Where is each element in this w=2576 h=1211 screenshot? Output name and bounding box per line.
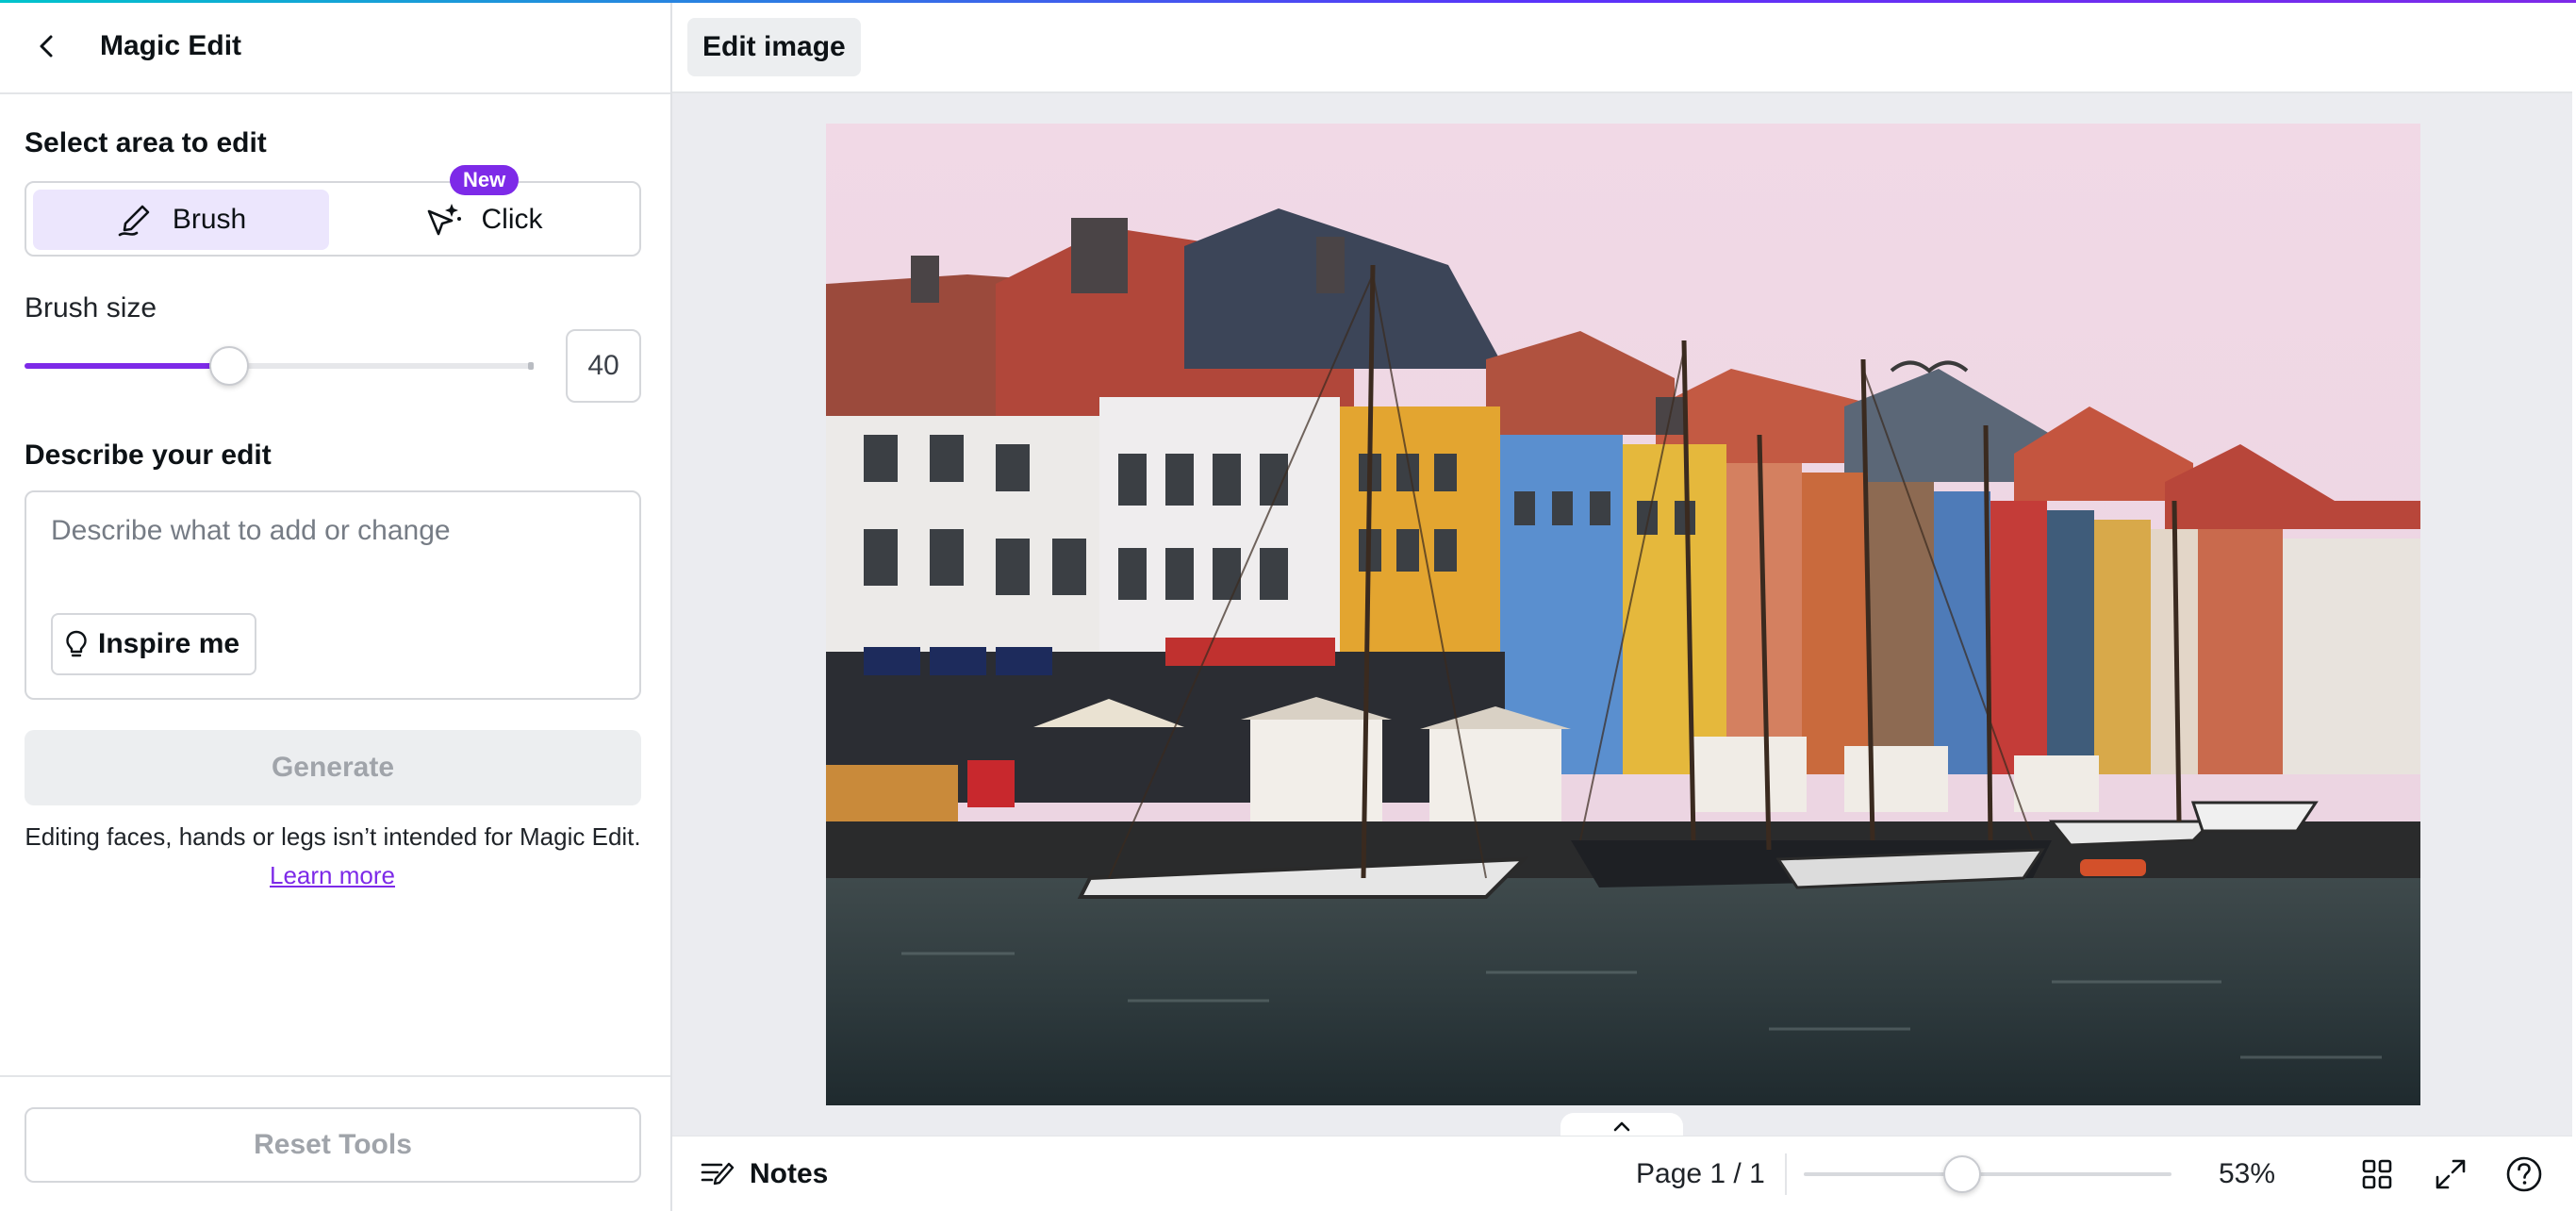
area-mode-selector: Brush Click bbox=[25, 181, 641, 257]
brush-size-label: Brush size bbox=[25, 292, 157, 323]
click-mode-button[interactable]: Click bbox=[335, 190, 631, 250]
notes-icon bbox=[701, 1162, 735, 1186]
expand-icon bbox=[2436, 1159, 2466, 1189]
brand-gradient-line bbox=[0, 0, 2576, 3]
bottom-bar-divider bbox=[1785, 1153, 1787, 1195]
fullscreen-button[interactable] bbox=[2428, 1152, 2473, 1197]
window-right-edge bbox=[2572, 0, 2576, 1211]
magic-edit-disclaimer: Editing faces, hands or legs isn’t inten… bbox=[25, 822, 641, 851]
grid-view-icon bbox=[2362, 1159, 2392, 1189]
panel-footer-divider bbox=[0, 1075, 670, 1077]
learn-more-link[interactable]: Learn more bbox=[0, 861, 665, 890]
generate-button[interactable]: Generate bbox=[25, 730, 641, 805]
brush-mode-label: Brush bbox=[172, 204, 247, 235]
describe-edit-heading: Describe your edit bbox=[25, 440, 272, 471]
brush-size-input[interactable]: 40 bbox=[566, 329, 641, 403]
panel-title: Magic Edit bbox=[100, 30, 242, 61]
edit-prompt-field[interactable]: Describe what to add or change Inspire m… bbox=[25, 490, 641, 700]
zoom-level[interactable]: 53% bbox=[2219, 1136, 2275, 1211]
brush-size-slider-thumb[interactable] bbox=[209, 346, 249, 386]
help-icon bbox=[2506, 1156, 2542, 1192]
reset-tools-button[interactable]: Reset Tools bbox=[25, 1107, 641, 1183]
notes-label: Notes bbox=[750, 1158, 829, 1189]
new-badge: New bbox=[450, 165, 520, 195]
harbor-photo-illustration bbox=[826, 124, 2420, 1105]
inspire-me-button[interactable]: Inspire me bbox=[51, 613, 257, 675]
back-button[interactable] bbox=[28, 27, 66, 65]
brush-size-slider[interactable] bbox=[25, 346, 534, 386]
panel-header: Magic Edit bbox=[0, 0, 670, 94]
editor-bottom-bar: Notes Page 1 / 1 53% bbox=[672, 1136, 2576, 1211]
editor-top-bar: Edit image bbox=[672, 3, 2576, 93]
chevron-up-icon bbox=[1613, 1121, 1630, 1132]
inspire-me-label: Inspire me bbox=[98, 628, 240, 659]
click-mode-label: Click bbox=[481, 204, 543, 235]
canvas-photo[interactable] bbox=[826, 124, 2420, 1105]
brush-mode-button[interactable]: Brush bbox=[33, 190, 329, 250]
select-area-heading: Select area to edit bbox=[25, 127, 267, 158]
sparkle-cursor-icon bbox=[427, 204, 461, 236]
brush-size-slider-fill bbox=[25, 363, 229, 369]
slider-end-marker bbox=[528, 362, 534, 370]
brush-icon bbox=[118, 205, 150, 237]
notes-button[interactable]: Notes bbox=[701, 1136, 828, 1211]
grid-view-button[interactable] bbox=[2354, 1152, 2400, 1197]
magic-edit-panel: Magic Edit Select area to edit Brush Cli… bbox=[0, 0, 672, 1211]
edit-image-button[interactable]: Edit image bbox=[687, 18, 861, 76]
lightbulb-icon bbox=[66, 630, 87, 657]
chevron-left-icon bbox=[40, 35, 53, 58]
page-indicator[interactable]: Page 1 / 1 bbox=[1636, 1136, 1765, 1211]
zoom-slider-thumb[interactable] bbox=[1942, 1155, 1981, 1193]
zoom-slider[interactable] bbox=[1804, 1155, 2171, 1193]
help-button[interactable] bbox=[2502, 1152, 2547, 1197]
prompt-placeholder: Describe what to add or change bbox=[51, 515, 451, 546]
